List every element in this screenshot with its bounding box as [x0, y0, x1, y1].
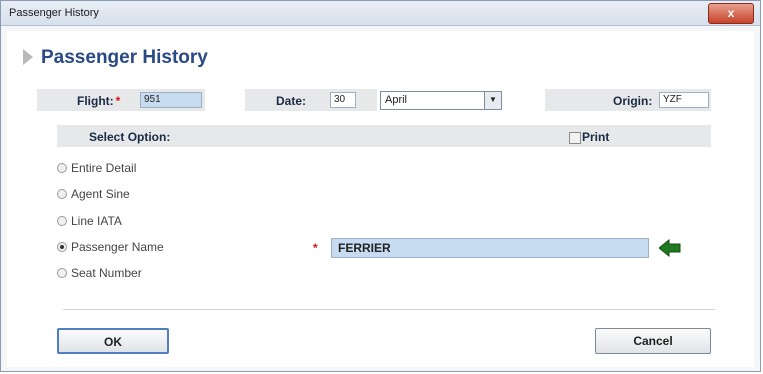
passenger-name-required-marker: * [313, 241, 318, 255]
chevron-down-icon[interactable]: ▼ [484, 92, 501, 109]
date-day-input[interactable]: 30 [330, 92, 356, 108]
date-label: Date: [276, 94, 307, 108]
page-title-text: Passenger History [41, 47, 208, 68]
radio-button-selected[interactable] [57, 242, 67, 252]
month-select[interactable]: April ▼ [380, 91, 502, 110]
title-bar: Passenger History x [1, 1, 760, 26]
option-passenger-name[interactable]: Passenger Name [57, 240, 164, 254]
origin-input[interactable]: YZF [659, 92, 709, 108]
date-band [245, 89, 377, 111]
option-label: Line IATA [71, 214, 122, 228]
option-line-iata[interactable]: Line IATA [57, 214, 122, 228]
option-agent-sine[interactable]: Agent Sine [57, 187, 130, 201]
flight-label-text: Flight: [77, 94, 114, 108]
radio-button[interactable] [57, 268, 67, 278]
arrow-left-icon[interactable] [659, 239, 681, 257]
origin-label: Origin: [613, 94, 653, 108]
ok-button[interactable]: OK [57, 328, 169, 354]
close-icon: x [727, 6, 735, 20]
divider [63, 309, 715, 310]
radio-button[interactable] [57, 189, 67, 199]
close-button[interactable]: x [708, 3, 754, 24]
option-label: Entire Detail [71, 161, 137, 175]
radio-button[interactable] [57, 216, 67, 226]
option-label: Passenger Name [71, 240, 164, 254]
print-checkbox[interactable] [569, 132, 581, 144]
flight-required-marker: * [115, 94, 121, 108]
select-option-label: Select Option: [89, 130, 171, 144]
flight-label: Flight: * [77, 94, 120, 108]
passenger-history-window: Passenger History x Passenger History Fl… [0, 0, 761, 372]
option-entire-detail[interactable]: Entire Detail [57, 161, 136, 175]
option-seat-number[interactable]: Seat Number [57, 266, 142, 280]
cancel-button[interactable]: Cancel [595, 328, 711, 354]
option-label: Agent Sine [71, 187, 130, 201]
dialog-content: Passenger History Flight: * 951 Date: 30 … [7, 31, 754, 367]
window-title: Passenger History [9, 7, 99, 19]
print-label[interactable]: Print [582, 130, 609, 144]
page-title: Passenger History [23, 47, 208, 69]
flight-input[interactable]: 951 [140, 92, 202, 108]
option-label: Seat Number [71, 266, 142, 280]
passenger-name-input[interactable]: FERRIER [331, 238, 649, 258]
chevron-right-icon [23, 49, 33, 65]
month-select-value: April [385, 94, 408, 106]
radio-button[interactable] [57, 163, 67, 173]
